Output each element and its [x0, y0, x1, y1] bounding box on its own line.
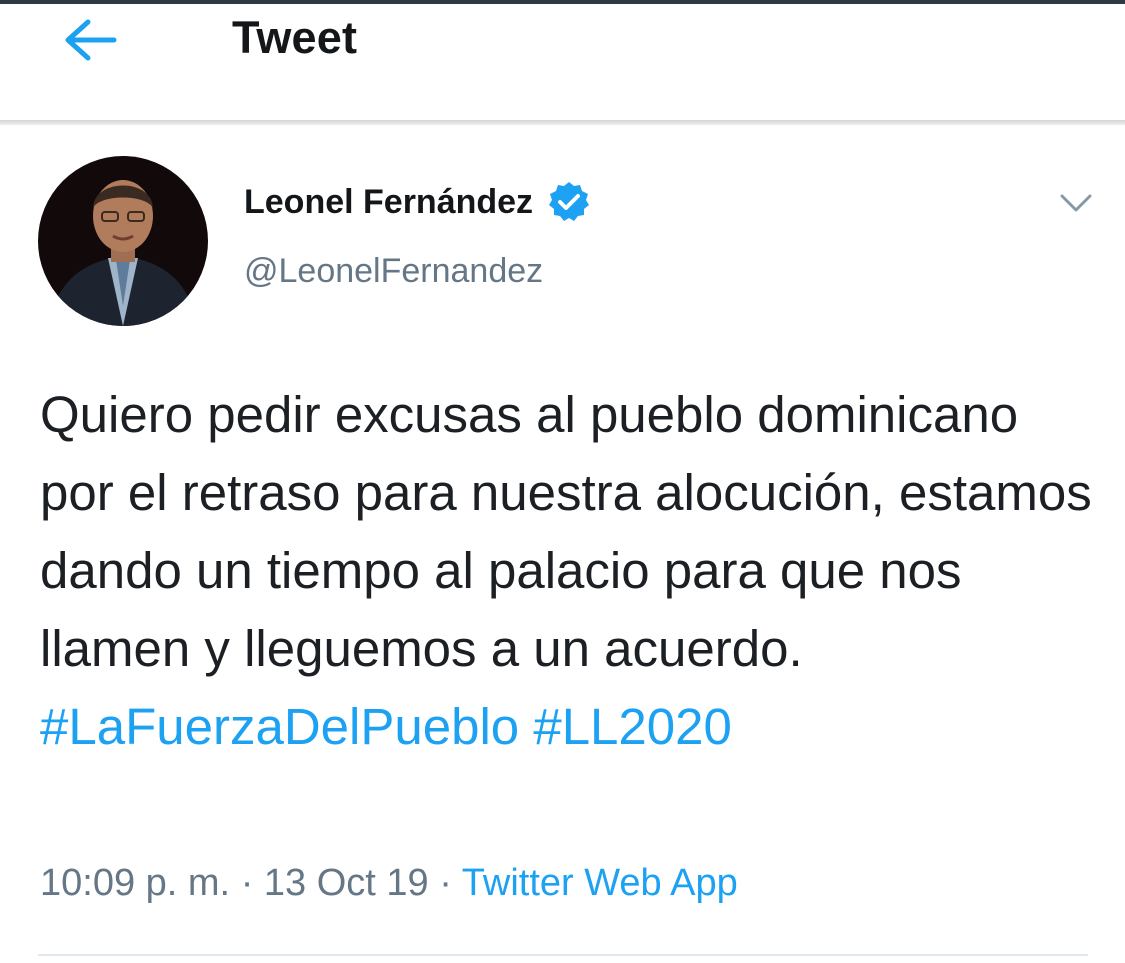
- tweet-source-link[interactable]: Twitter Web App: [462, 862, 738, 904]
- tweet-body: Quiero pedir excusas al pueblo dominican…: [40, 376, 1100, 766]
- tweet-detail-screen: Tweet Leonel Fernández @LeonelFernandez …: [0, 0, 1125, 963]
- header-bar: Tweet: [0, 4, 1125, 120]
- tweet-time[interactable]: 10:09 p. m.: [40, 862, 230, 904]
- author-name-row: Leonel Fernández: [244, 180, 591, 224]
- hashtag-link[interactable]: #LaFuerzaDelPueblo: [40, 698, 519, 755]
- author-handle[interactable]: @LeonelFernandez: [244, 252, 543, 291]
- page-title: Tweet: [232, 12, 358, 63]
- author-display-name[interactable]: Leonel Fernández: [244, 183, 533, 222]
- tweet-text: Quiero pedir excusas al pueblo dominican…: [40, 386, 1092, 677]
- verified-badge-icon: [549, 182, 590, 221]
- content-divider: [38, 954, 1088, 956]
- tweet-menu-button[interactable]: [1056, 188, 1096, 218]
- tweet-metadata: 10:09 p. m. · 13 Oct 19 · Twitter Web Ap…: [40, 862, 738, 905]
- header-divider: [0, 120, 1125, 125]
- meta-separator: ·: [439, 862, 452, 904]
- arrow-left-icon: [65, 19, 117, 61]
- back-button[interactable]: [58, 12, 122, 68]
- chevron-down-icon: [1060, 194, 1092, 212]
- avatar[interactable]: [38, 156, 208, 326]
- meta-separator: ·: [240, 862, 254, 904]
- avatar-image: [38, 156, 208, 326]
- tweet-date[interactable]: 13 Oct 19: [264, 862, 429, 904]
- hashtag-link[interactable]: #LL2020: [533, 698, 732, 755]
